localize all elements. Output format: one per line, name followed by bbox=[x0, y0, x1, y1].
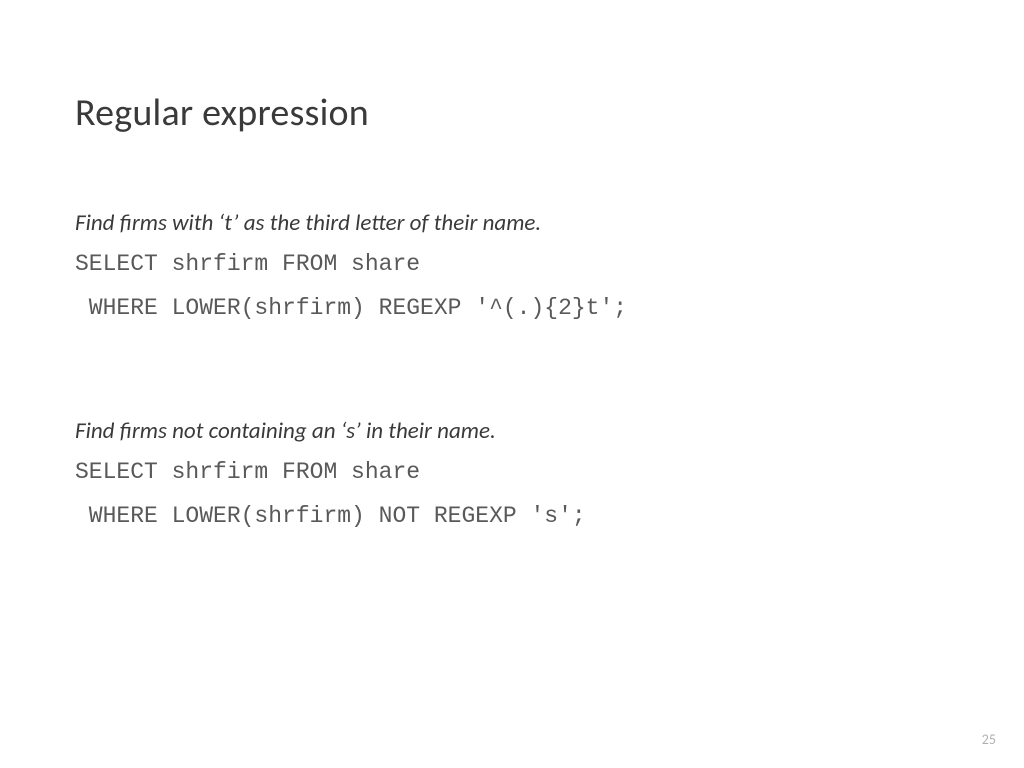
example-description: Find firms not containing an ‘s’ in thei… bbox=[75, 416, 949, 447]
example-description: Find firms with ‘t’ as the third letter … bbox=[75, 208, 949, 239]
example-block-1: Find firms with ‘t’ as the third letter … bbox=[75, 208, 949, 326]
sql-code-line: SELECT shrfirm FROM share bbox=[75, 247, 949, 283]
page-number: 25 bbox=[982, 731, 996, 748]
sql-code-line: WHERE LOWER(shrfirm) REGEXP '^(.){2}t'; bbox=[75, 291, 949, 327]
sql-code-line: WHERE LOWER(shrfirm) NOT REGEXP 's'; bbox=[75, 499, 949, 535]
slide-title: Regular expression bbox=[75, 90, 949, 136]
example-block-2: Find firms not containing an ‘s’ in thei… bbox=[75, 416, 949, 534]
spacer bbox=[75, 334, 949, 416]
sql-code-line: SELECT shrfirm FROM share bbox=[75, 455, 949, 491]
